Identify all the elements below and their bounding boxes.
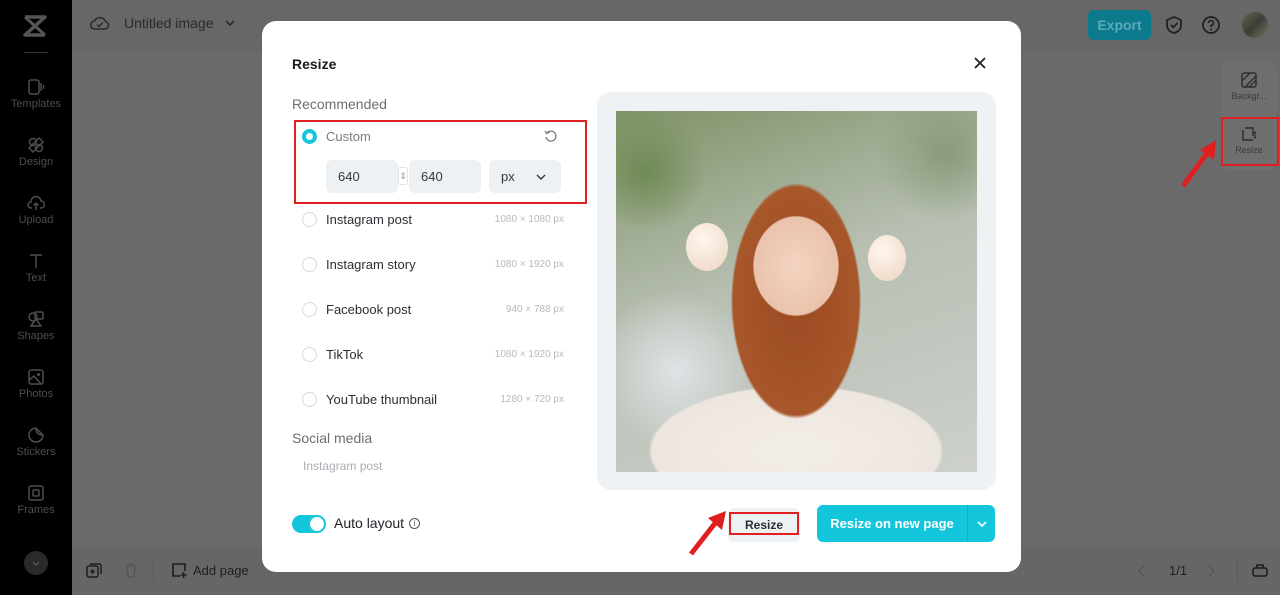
annotation-arrow-icon [1180, 140, 1216, 188]
divider [1237, 561, 1238, 581]
add-page-label: Add page [193, 562, 249, 578]
auto-layout-toggle[interactable] [292, 515, 326, 533]
recommended-heading: Recommended [292, 96, 387, 112]
sidebar-item-label: Frames [17, 504, 55, 516]
design-icon [27, 136, 45, 154]
radio-button[interactable] [302, 256, 317, 272]
preset-size: 1080 × 1080 px [494, 213, 564, 225]
chevron-down-icon [32, 561, 40, 566]
preset-label: Instagram post [326, 211, 412, 227]
preset-option[interactable]: Instagram post 1080 × 1080 px [302, 208, 564, 230]
sidebar-item-shapes[interactable]: Shapes [0, 310, 72, 342]
sidebar-item-upload[interactable]: Upload [0, 194, 72, 226]
user-avatar[interactable] [1242, 12, 1268, 38]
shapes-icon [28, 311, 44, 327]
radio-button[interactable] [302, 346, 317, 362]
sidebar-item-label: Stickers [16, 446, 56, 458]
sidebar-item-photos[interactable]: Photos [0, 368, 72, 400]
divider [24, 52, 48, 53]
sidebar-item-label: Templates [10, 98, 62, 110]
preset-size: 1280 × 720 px [500, 393, 564, 405]
cloud-sync-icon [90, 16, 110, 30]
document-title-area[interactable]: Untitled image [90, 14, 236, 32]
preset-label: TikTok [326, 346, 364, 362]
resize-options-dropdown[interactable] [968, 505, 995, 542]
auto-layout-label: Auto layout [334, 515, 405, 531]
sidebar-item-label: Upload [18, 214, 54, 226]
sidebar-item-label: Shapes [17, 330, 55, 342]
sidebar-more-button[interactable] [24, 551, 48, 575]
chevron-left-icon[interactable] [1137, 564, 1147, 578]
left-sidebar: Templates Design Upload Text Shapes Phot… [0, 0, 72, 595]
shield-check-icon[interactable] [1164, 15, 1184, 35]
preset-option[interactable]: Facebook post 940 × 788 px [302, 298, 564, 320]
egg-image-detail [868, 235, 906, 281]
preset-size: 940 × 788 px [505, 303, 564, 315]
text-icon [30, 254, 42, 268]
fit-screen-icon[interactable] [1251, 562, 1269, 578]
annotation-highlight-box [294, 120, 587, 204]
right-panel-background[interactable]: Backgr... [1221, 72, 1277, 101]
capcut-logo-icon[interactable] [20, 12, 50, 40]
templates-icon [28, 79, 45, 95]
preset-size: 1080 × 1920 px [494, 258, 564, 270]
annotation-highlight-box [729, 512, 799, 535]
radio-button[interactable] [302, 301, 317, 317]
auto-layout-label-group: Auto layout i [334, 515, 421, 531]
stickers-icon [28, 427, 44, 443]
preset-option[interactable]: TikTok 1080 × 1920 px [302, 343, 564, 365]
photos-icon [28, 369, 44, 385]
preset-option[interactable]: YouTube thumbnail 1280 × 720 px [302, 388, 564, 410]
radio-button[interactable] [302, 211, 317, 227]
preset-option[interactable]: Instagram story 1080 × 1920 px [302, 253, 564, 275]
egg-image-detail [686, 223, 728, 271]
upload-icon [27, 195, 45, 210]
sidebar-item-label: Design [18, 156, 54, 168]
preset-label: Instagram story [326, 256, 416, 272]
page-indicator: 1/1 [1169, 563, 1188, 578]
background-icon [1241, 72, 1257, 88]
social-media-item[interactable]: Instagram post [303, 459, 382, 473]
preview-image [616, 111, 977, 472]
resize-preview [597, 92, 996, 490]
sidebar-item-label: Photos [18, 388, 54, 400]
add-page-button[interactable]: Add page [171, 562, 249, 578]
document-title[interactable]: Untitled image [124, 15, 214, 31]
resize-on-new-page-label[interactable]: Resize on new page [817, 505, 968, 542]
sidebar-item-templates[interactable]: Templates [0, 78, 72, 110]
divider [153, 561, 154, 581]
chevron-right-icon[interactable] [1206, 564, 1216, 578]
sidebar-item-design[interactable]: Design [0, 136, 72, 168]
trash-icon[interactable] [124, 562, 138, 578]
social-media-heading: Social media [292, 430, 373, 446]
chevron-down-icon [976, 520, 987, 527]
dialog-title: Resize [292, 56, 337, 72]
sidebar-item-stickers[interactable]: Stickers [0, 426, 72, 458]
resize-dialog: Resize Recommended Custom ⇕ px Instagram… [262, 21, 1021, 572]
preset-label: Facebook post [326, 301, 412, 317]
resize-on-new-page-button[interactable]: Resize on new page [817, 505, 995, 542]
annotation-highlight-box [1221, 117, 1279, 166]
sidebar-item-frames[interactable]: Frames [0, 484, 72, 516]
chevron-down-icon [224, 20, 235, 27]
help-icon[interactable] [1201, 15, 1221, 35]
annotation-arrow-icon [689, 511, 726, 556]
preset-label: YouTube thumbnail [326, 391, 438, 407]
duplicate-page-icon[interactable] [86, 562, 102, 578]
sidebar-item-text[interactable]: Text [0, 252, 72, 284]
right-panel-label: Backgr... [1231, 91, 1267, 101]
preset-size: 1080 × 1920 px [494, 348, 564, 360]
radio-button[interactable] [302, 391, 317, 407]
frames-icon [28, 485, 44, 501]
export-button[interactable]: Export [1088, 10, 1151, 40]
sidebar-item-label: Text [25, 272, 47, 284]
close-icon[interactable] [970, 53, 990, 73]
info-icon[interactable]: i [409, 517, 421, 529]
add-page-icon [172, 563, 187, 578]
